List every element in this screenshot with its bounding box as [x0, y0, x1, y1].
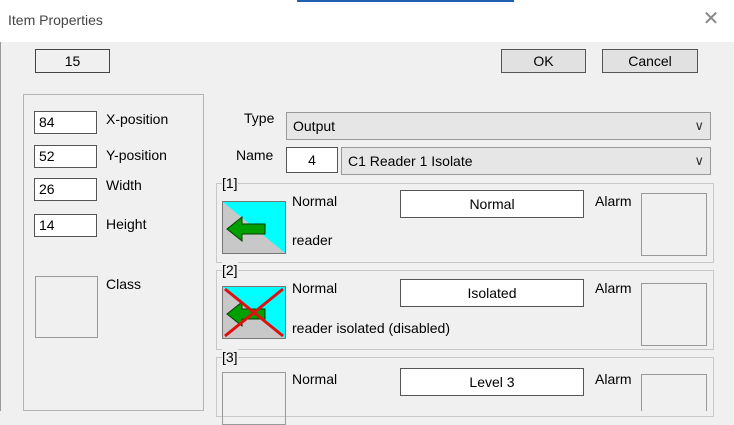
state-2-description: reader isolated (disabled) [292, 320, 450, 336]
state-1-alarm-label: Alarm [595, 193, 632, 209]
chevron-down-icon: ∨ [694, 153, 704, 168]
name-select[interactable]: C1 Reader 1 Isolate ∨ [341, 147, 711, 175]
height-field[interactable]: 14 [34, 214, 97, 237]
y-position-label: Y-position [106, 147, 167, 163]
width-field[interactable]: 26 [34, 178, 97, 201]
name-select-value: C1 Reader 1 Isolate [348, 153, 473, 169]
state-3-value[interactable]: Level 3 [400, 368, 584, 396]
width-label: Width [106, 177, 142, 193]
state-1-description: reader [292, 232, 333, 248]
state-2-value[interactable]: Isolated [400, 279, 584, 307]
name-number-field[interactable]: 4 [286, 147, 338, 173]
geometry-panel [23, 94, 204, 411]
state-group-label: [1] [222, 175, 238, 191]
state-1-normal-label: Normal [292, 193, 338, 209]
state-3-alarm-label: Alarm [595, 371, 632, 387]
state-3-normal-label: Normal [292, 371, 338, 387]
chevron-down-icon: ∨ [694, 118, 704, 133]
state-2-alarm-box[interactable] [641, 283, 707, 346]
type-label: Type [244, 110, 275, 126]
state-2-alarm-label: Alarm [595, 280, 632, 296]
cancel-button[interactable]: Cancel [602, 49, 698, 73]
class-box[interactable] [35, 276, 98, 338]
state-3-icon-box[interactable] [222, 372, 286, 425]
x-position-label: X-position [106, 111, 169, 127]
item-number: 15 [35, 49, 110, 73]
title-bar: Item Properties ✕ [0, 0, 734, 42]
type-select[interactable]: Output ∨ [286, 112, 711, 140]
y-position-field[interactable]: 52 [34, 145, 97, 168]
name-label: Name [236, 147, 274, 163]
x-position-field[interactable]: 84 [34, 111, 97, 134]
state-3-alarm-box[interactable] [641, 374, 707, 411]
state-group-label: [2] [222, 262, 238, 278]
height-label: Height [106, 216, 147, 232]
state-group-label: [3] [222, 349, 238, 365]
state-1-alarm-box[interactable] [641, 193, 707, 256]
window-title: Item Properties [8, 12, 103, 28]
type-select-value: Output [293, 118, 336, 134]
close-icon[interactable]: ✕ [700, 8, 722, 30]
state-2-normal-label: Normal [292, 280, 338, 296]
reader-normal-icon[interactable] [222, 201, 286, 254]
reader-isolated-icon[interactable] [222, 286, 286, 339]
ok-button[interactable]: OK [501, 49, 586, 73]
title-accent-line [297, 0, 514, 2]
state-1-value[interactable]: Normal [400, 190, 584, 218]
class-label: Class [106, 276, 142, 292]
